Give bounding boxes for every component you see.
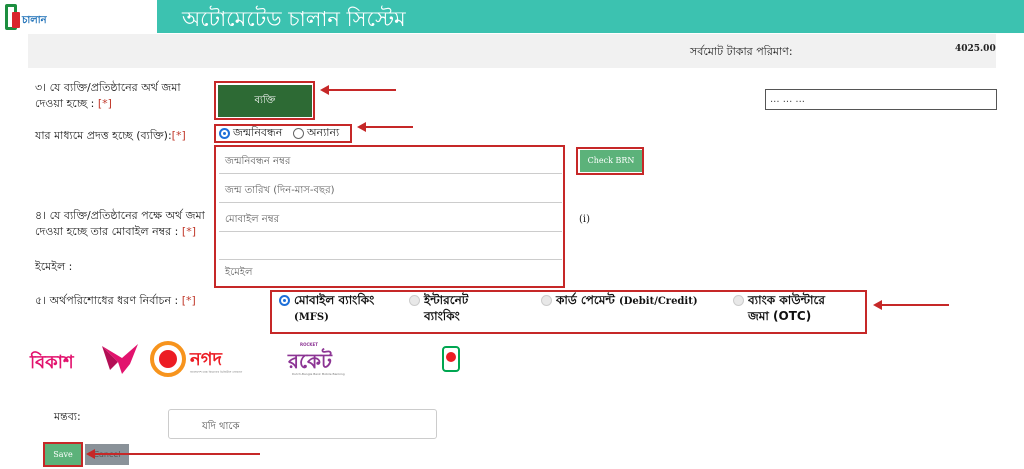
comment-label: মন্তব্য: bbox=[54, 410, 81, 423]
total-amount-label: সর্বমোট টাকার পরিমাণ: bbox=[690, 45, 793, 58]
logo-text: চালান bbox=[22, 15, 47, 26]
mobile-input[interactable]: মোবাইল নম্বর bbox=[219, 207, 562, 232]
payment-radio-otc[interactable] bbox=[733, 295, 744, 306]
person-type-button[interactable]: ব্যক্তি bbox=[218, 85, 312, 117]
app-header: চালান অটোমেটেড চালান সিস্টেম bbox=[0, 0, 1024, 33]
logo: চালান bbox=[0, 0, 157, 33]
bkash-logo-text: বিকাশ bbox=[30, 352, 74, 373]
payment-radio-card[interactable] bbox=[541, 295, 552, 306]
upay-logo-text: upay bbox=[444, 363, 454, 368]
via-option-other: অন্যান্য bbox=[307, 126, 340, 139]
dob-input[interactable]: জন্ম তারিখ (দিন-মাস-বছর) bbox=[219, 178, 562, 203]
upay-logo[interactable]: upay bbox=[442, 346, 460, 372]
via-radio-brn[interactable] bbox=[219, 128, 230, 139]
bkash-bird-icon bbox=[102, 344, 138, 374]
brn-input[interactable]: জন্মনিবন্ধন নম্বর bbox=[219, 149, 562, 174]
nagad-mark-icon bbox=[150, 341, 186, 377]
mobile-extra-input[interactable] bbox=[219, 236, 562, 260]
payment-label: ৫। অর্থপরিশোধের ধরণ নির্বাচন : [*] bbox=[35, 294, 196, 307]
logo-accent-icon bbox=[12, 12, 20, 28]
via-radio-other[interactable] bbox=[293, 128, 304, 139]
email-label: ইমেইল : bbox=[35, 260, 73, 273]
mobile-label: ৪। যে ব্যক্তি/প্রতিষ্ঠানের পক্ষে অর্থ জম… bbox=[35, 209, 205, 238]
payment-radio-mfs[interactable] bbox=[279, 295, 290, 306]
payment-option-internet: ইন্টারনেট ব্যাংকিং bbox=[424, 293, 469, 323]
payment-option-card: কার্ড পেমেন্ট (Debit/Credit) bbox=[556, 293, 698, 307]
comment-input[interactable]: যদি থাকে bbox=[168, 409, 437, 439]
annotation-arrow bbox=[365, 126, 413, 128]
via-label: যার মাধ্যমে প্রদত্ত হচ্ছে (ব্যক্তি):[*] bbox=[35, 129, 186, 142]
annotation-arrow bbox=[94, 453, 260, 455]
payment-option-otc: ব্যাংক কাউন্টারে জমা (OTC) bbox=[748, 293, 825, 323]
upay-logo-mark-icon bbox=[446, 352, 456, 362]
annotation-arrow bbox=[328, 89, 396, 91]
info-marker[interactable]: (i) bbox=[579, 212, 590, 228]
depositor-label: ৩। যে ব্যক্তি/প্রতিষ্ঠানের অর্থ জমা দেওয… bbox=[35, 81, 181, 110]
total-summary-bar bbox=[28, 34, 996, 68]
depositor-input[interactable]: ... ... ... bbox=[765, 89, 997, 110]
rocket-logo[interactable]: ROCKET রকেট Dutch-Bangla Bank Mobile Ban… bbox=[288, 341, 372, 379]
annotation-arrow bbox=[881, 304, 949, 306]
nagad-logo-subtext: বাংলাদেশ ডাক বিভাগের ডিজিটাল লেনদেন bbox=[190, 370, 243, 374]
nagad-logo[interactable]: নগদ বাংলাদেশ ডাক বিভাগের ডিজিটাল লেনদেন bbox=[150, 341, 265, 379]
payment-option-mfs: মোবাইল ব্যাংকিং (MFS) bbox=[294, 293, 375, 323]
payment-radio-internet[interactable] bbox=[409, 295, 420, 306]
email-input[interactable]: ইমেইল bbox=[219, 262, 562, 284]
save-button[interactable]: Save bbox=[45, 444, 81, 465]
via-option-brn: জন্মনিবন্ধন bbox=[233, 126, 283, 139]
bkash-logo[interactable]: বিকাশ bbox=[30, 340, 142, 378]
total-amount-value: 4025.00 bbox=[955, 44, 996, 54]
page-title: অটোমেটেড চালান সিস্টেম bbox=[182, 7, 406, 31]
rocket-logo-subtext: Dutch-Bangla Bank Mobile Banking bbox=[292, 372, 345, 376]
check-brn-button[interactable]: Check BRN bbox=[580, 150, 642, 172]
